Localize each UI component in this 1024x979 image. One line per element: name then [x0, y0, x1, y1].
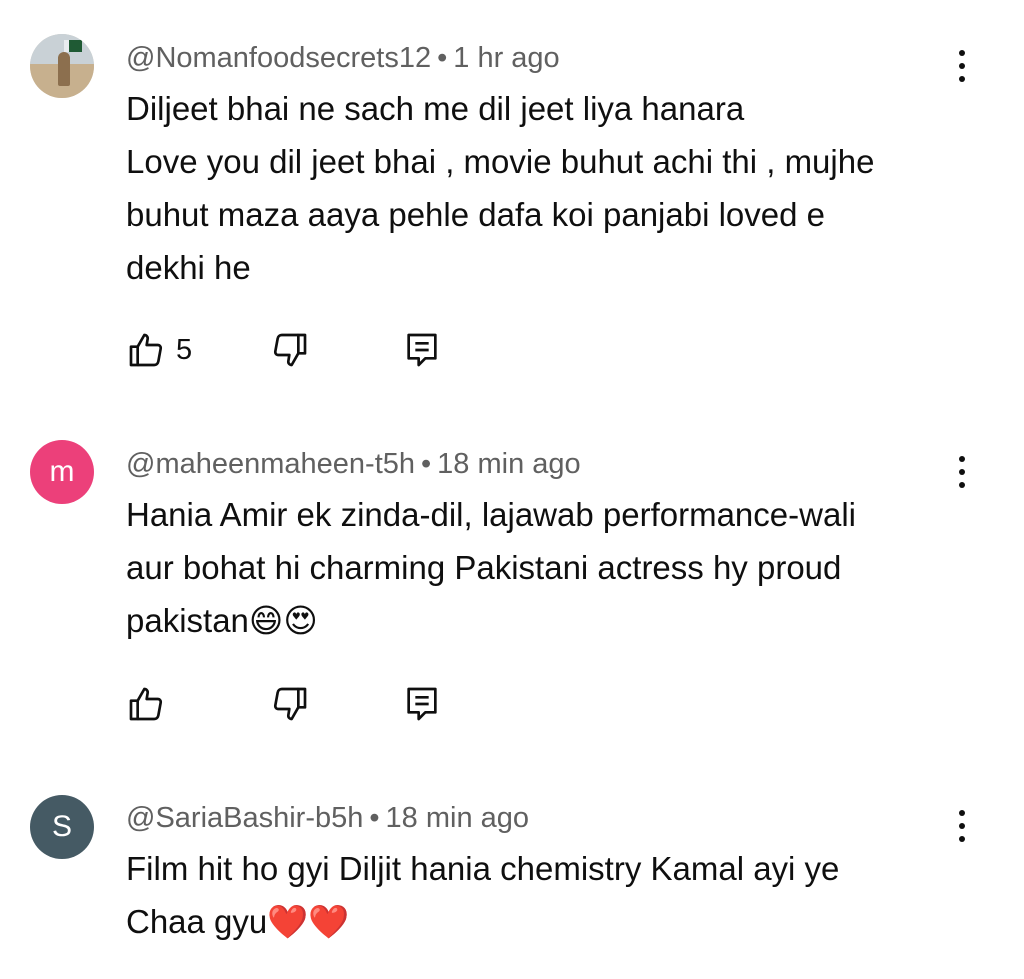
comment-time: 1 hr ago: [453, 42, 560, 74]
avatar[interactable]: m: [30, 440, 94, 504]
comment-header: @Nomanfoodsecrets12 • 1 hr ago: [126, 42, 560, 75]
comment-time: 18 min ago: [385, 802, 530, 834]
comment-actions: 5: [126, 328, 526, 372]
thumbs-down-icon: [273, 333, 307, 367]
comment-author[interactable]: @maheenmaheen-t5h: [126, 448, 415, 480]
comment-text: Hania Amir ek zinda-dil, lajawab perform…: [126, 488, 946, 647]
reply-comment-icon: [407, 687, 437, 721]
comment-header: @SariaBashir-b5h • 18 min ago: [126, 802, 529, 835]
comment-line: Chaa gyu❤️❤️: [126, 903, 350, 940]
dislike-button[interactable]: [270, 682, 310, 726]
comment-line: buhut maza aaya pehle dafa koi panjabi l…: [126, 196, 826, 233]
reply-button[interactable]: [402, 682, 442, 726]
avatar-letter: S: [51, 810, 72, 843]
avatar[interactable]: S: [30, 795, 94, 859]
comment-line: Love you dil jeet bhai , movie buhut ach…: [126, 143, 875, 180]
reply-comment-icon: [407, 333, 437, 367]
more-vertical-icon[interactable]: [948, 806, 976, 846]
avatar[interactable]: [30, 34, 94, 98]
comment-text: Film hit ho gyi Diljit hania chemistry K…: [126, 842, 946, 948]
reply-button[interactable]: [402, 328, 442, 372]
comment-actions: [126, 682, 526, 726]
comment-line: Film hit ho gyi Diljit hania chemistry K…: [126, 850, 840, 887]
comment-line: pakistan😄😍: [126, 602, 318, 639]
comment-line: Diljeet bhai ne sach me dil jeet liya ha…: [126, 90, 745, 127]
comment-line: dekhi he: [126, 249, 251, 286]
separator-dot: •: [369, 802, 380, 834]
thumbs-up-icon: [129, 687, 163, 721]
dislike-button[interactable]: [270, 328, 310, 372]
more-vertical-icon[interactable]: [948, 452, 976, 492]
like-button[interactable]: [126, 682, 166, 726]
comment-header: @maheenmaheen-t5h • 18 min ago: [126, 448, 581, 481]
comment-line: Hania Amir ek zinda-dil, lajawab perform…: [126, 496, 856, 533]
comment-line: aur bohat hi charming Pakistani actress …: [126, 549, 842, 586]
like-button[interactable]: 5: [126, 328, 192, 372]
comment-time: 18 min ago: [437, 448, 581, 480]
like-count: 5: [176, 333, 193, 366]
comment-text: Diljeet bhai ne sach me dil jeet liya ha…: [126, 82, 946, 294]
separator-dot: •: [421, 448, 432, 480]
thumbs-down-icon: [273, 687, 307, 721]
comment-author[interactable]: @SariaBashir-b5h: [126, 802, 363, 834]
comment-author[interactable]: @Nomanfoodsecrets12: [126, 42, 431, 74]
separator-dot: •: [437, 42, 448, 74]
more-vertical-icon[interactable]: [948, 46, 976, 86]
avatar-letter: m: [49, 455, 75, 488]
thumbs-up-icon: [129, 333, 163, 367]
